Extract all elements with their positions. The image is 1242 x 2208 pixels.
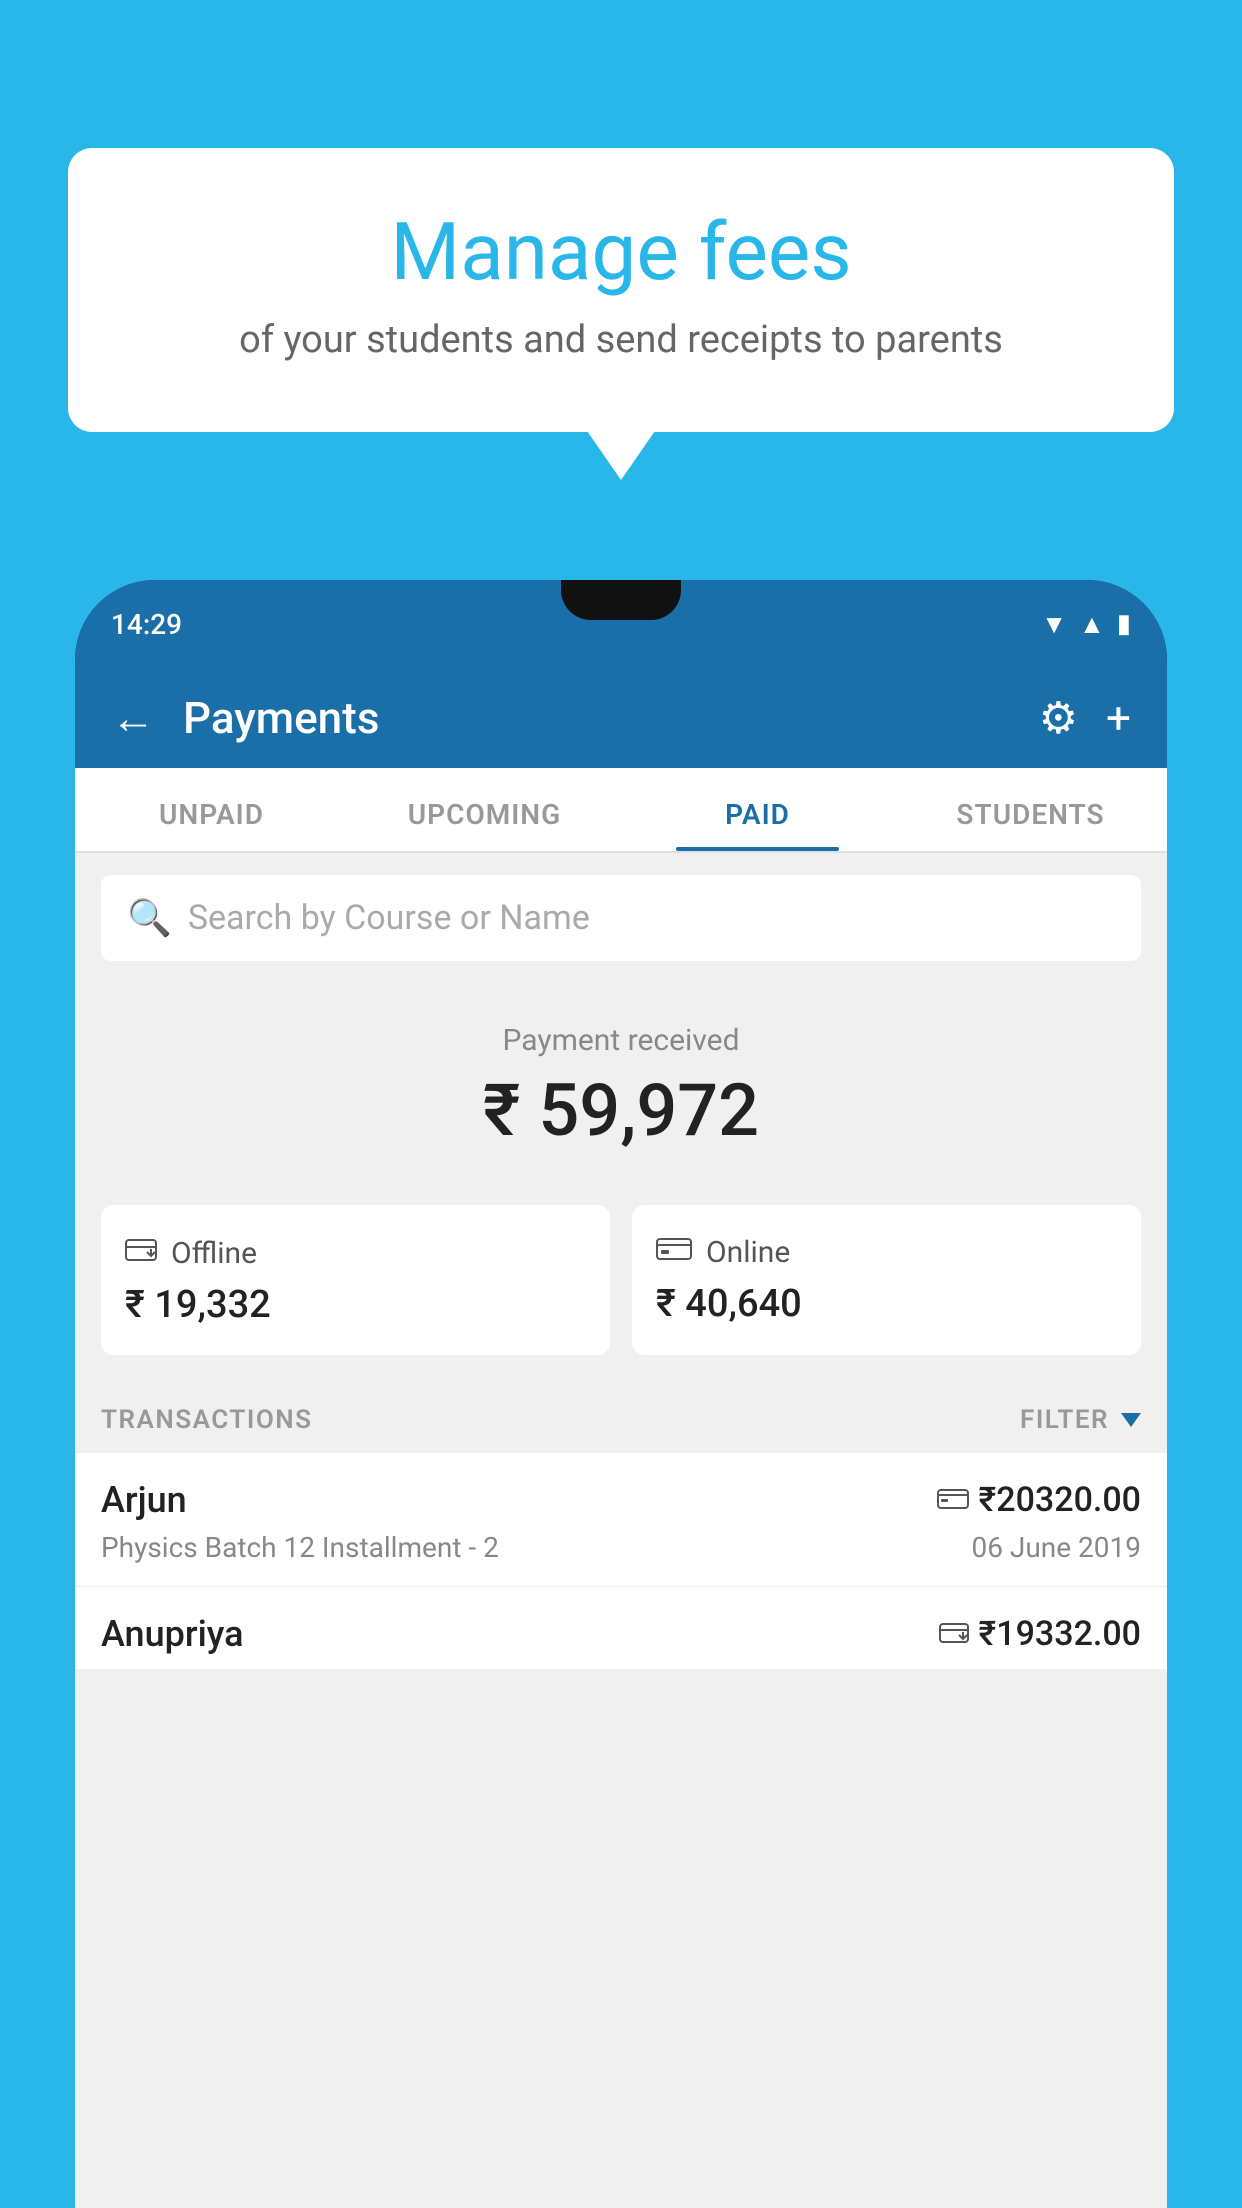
payment-received-amount: ₹ 59,972 xyxy=(75,1068,1167,1153)
transaction-amount-wrap-2: ₹19332.00 xyxy=(939,1614,1141,1654)
transaction-top-partial: Anupriya ₹19332.00 xyxy=(101,1613,1141,1655)
transaction-row-partial: Anupriya ₹19332.00 xyxy=(75,1587,1167,1669)
status-bar: 14:29 ▼ ▲ ▮ xyxy=(75,580,1167,668)
page-title: Payments xyxy=(183,692,1011,744)
transaction-course: Physics Batch 12 Installment - 2 xyxy=(101,1531,499,1564)
transactions-header: TRANSACTIONS FILTER xyxy=(75,1385,1167,1453)
status-time: 14:29 xyxy=(111,608,182,641)
payment-received-section: Payment received ₹ 59,972 xyxy=(75,983,1167,1183)
online-amount: ₹ 40,640 xyxy=(656,1282,1117,1326)
transaction-amount: ₹20320.00 xyxy=(979,1480,1141,1520)
phone-frame: 14:29 ▼ ▲ ▮ ← Payments ⚙ + UNPAID UPCOMI… xyxy=(75,580,1167,2208)
app-bar: ← Payments ⚙ + xyxy=(75,668,1167,768)
filter-text: FILTER xyxy=(1020,1405,1109,1435)
notch xyxy=(561,580,681,620)
transaction-bottom: Physics Batch 12 Installment - 2 06 June… xyxy=(101,1531,1141,1564)
wifi-icon: ▼ xyxy=(1041,609,1067,640)
online-card: Online ₹ 40,640 xyxy=(632,1205,1141,1355)
filter-icon xyxy=(1121,1413,1141,1427)
tab-students[interactable]: STUDENTS xyxy=(894,768,1167,851)
search-input[interactable]: Search by Course or Name xyxy=(188,898,590,938)
transaction-date: 06 June 2019 xyxy=(971,1531,1141,1564)
offline-icon xyxy=(125,1235,157,1271)
search-icon: 🔍 xyxy=(127,897,172,939)
tab-paid[interactable]: PAID xyxy=(621,768,894,851)
speech-bubble: Manage fees of your students and send re… xyxy=(68,148,1174,432)
offline-card-header: Offline xyxy=(125,1235,586,1271)
transactions-label: TRANSACTIONS xyxy=(101,1405,313,1435)
offline-label: Offline xyxy=(171,1236,257,1271)
app-bar-actions: ⚙ + xyxy=(1039,692,1131,744)
bubble-subtitle: of your students and send receipts to pa… xyxy=(118,318,1124,362)
status-icons: ▼ ▲ ▮ xyxy=(1041,609,1131,640)
search-bar[interactable]: 🔍 Search by Course or Name xyxy=(101,875,1141,961)
filter-button[interactable]: FILTER xyxy=(1020,1405,1141,1435)
tab-unpaid[interactable]: UNPAID xyxy=(75,768,348,851)
payment-card-icon xyxy=(937,1484,969,1517)
offline-amount: ₹ 19,332 xyxy=(125,1283,586,1327)
transaction-amount-2: ₹19332.00 xyxy=(979,1614,1141,1654)
bubble-title: Manage fees xyxy=(118,208,1124,296)
transaction-amount-wrap: ₹20320.00 xyxy=(937,1480,1141,1520)
background: Manage fees of your students and send re… xyxy=(0,0,1242,2208)
phone-content: 🔍 Search by Course or Name Payment recei… xyxy=(75,853,1167,2208)
online-label: Online xyxy=(706,1235,790,1270)
transaction-name-2: Anupriya xyxy=(101,1613,244,1655)
tab-upcoming[interactable]: UPCOMING xyxy=(348,768,621,851)
offline-card: Offline ₹ 19,332 xyxy=(101,1205,610,1355)
transaction-top: Arjun ₹20320.00 xyxy=(101,1479,1141,1521)
tab-bar: UNPAID UPCOMING PAID STUDENTS xyxy=(75,768,1167,853)
payment-received-label: Payment received xyxy=(75,1023,1167,1058)
signal-icon: ▲ xyxy=(1079,609,1105,640)
add-button[interactable]: + xyxy=(1106,692,1131,744)
transaction-row: Arjun ₹20320.00 Physics Batch 1 xyxy=(75,1453,1167,1587)
online-icon xyxy=(656,1235,692,1270)
back-button[interactable]: ← xyxy=(111,692,155,744)
battery-icon: ▮ xyxy=(1117,609,1131,639)
transaction-name: Arjun xyxy=(101,1479,187,1521)
settings-button[interactable]: ⚙ xyxy=(1039,692,1078,744)
payment-cards-row: Offline ₹ 19,332 xyxy=(75,1183,1167,1385)
payment-offline-icon-2 xyxy=(939,1618,969,1651)
online-card-header: Online xyxy=(656,1235,1117,1270)
